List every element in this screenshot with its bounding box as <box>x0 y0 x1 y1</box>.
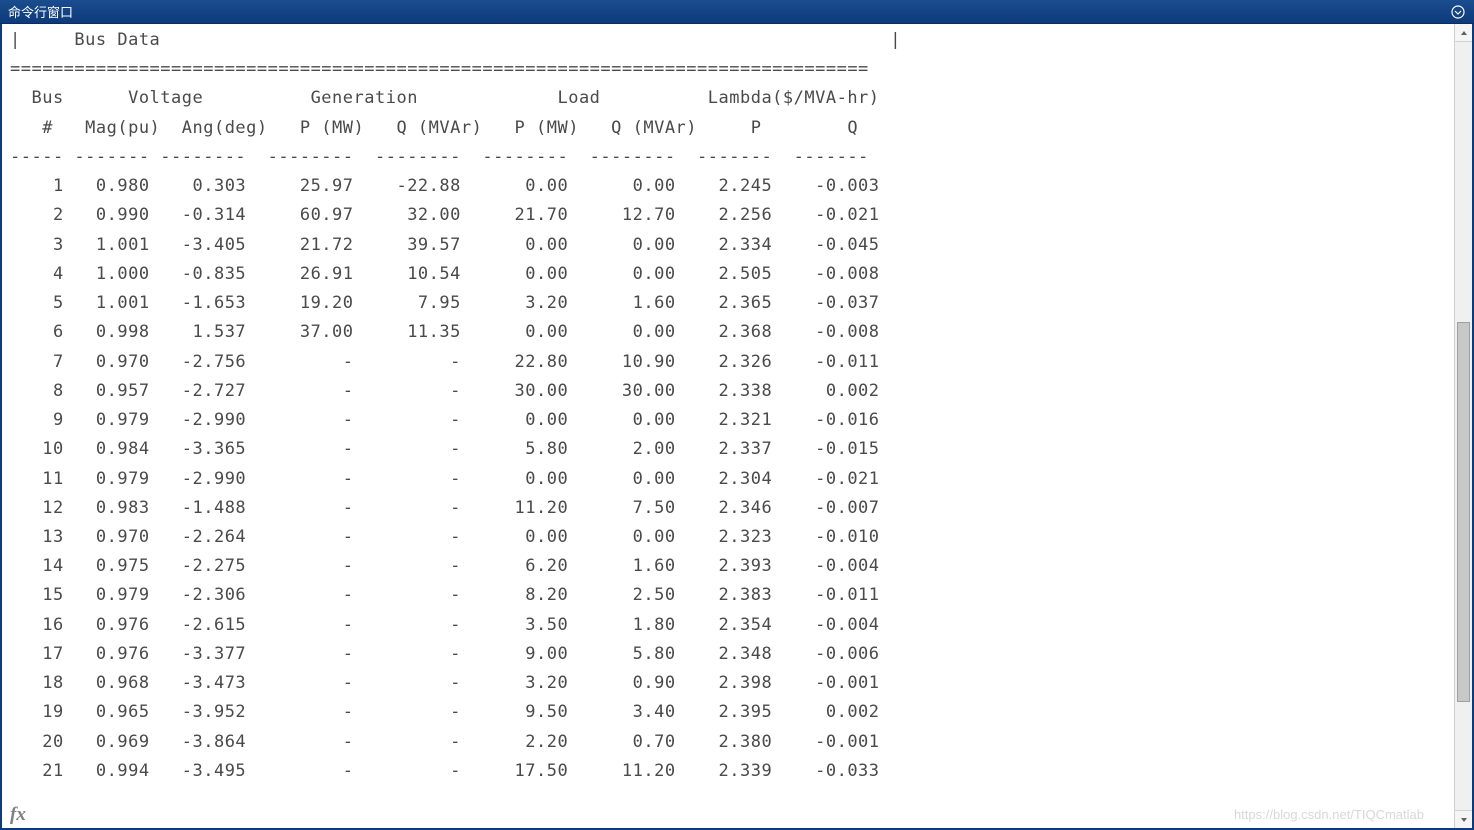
watermark-text: https://blog.csdn.net/TIQCmatlab <box>1234 807 1424 822</box>
content-area: | Bus Data | ===========================… <box>0 24 1474 830</box>
vertical-scrollbar[interactable] <box>1454 24 1472 828</box>
title-bar: 命令行窗口 <box>0 0 1474 24</box>
scroll-up-button[interactable] <box>1455 24 1472 42</box>
command-output-text: | Bus Data | ===========================… <box>10 26 1448 786</box>
window-title: 命令行窗口 <box>8 2 73 21</box>
scrollbar-thumb[interactable] <box>1457 322 1470 702</box>
scrollbar-track[interactable] <box>1455 42 1472 810</box>
scroll-down-button[interactable] <box>1455 810 1472 828</box>
command-output-area[interactable]: | Bus Data | ===========================… <box>2 24 1454 828</box>
dropdown-menu-icon[interactable] <box>1450 4 1466 20</box>
fx-prompt[interactable]: fx <box>10 804 26 826</box>
